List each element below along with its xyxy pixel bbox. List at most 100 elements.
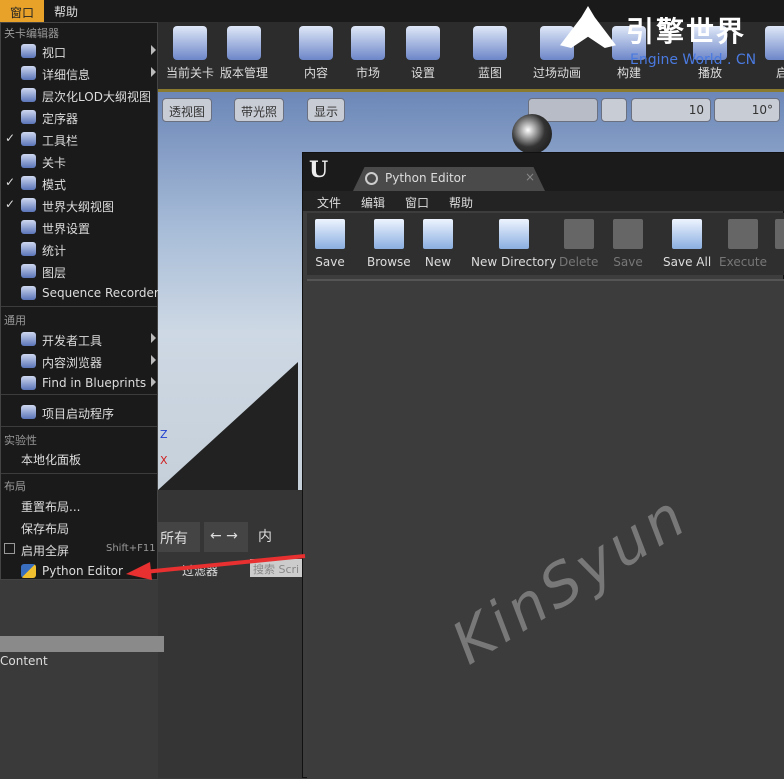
tools-icon (21, 132, 36, 146)
toolbar-button[interactable]: 内容 (286, 26, 346, 81)
menu-item[interactable]: 本地化面板 (1, 447, 157, 469)
menu-item-label: 层次化LOD大纲视图 (42, 90, 151, 104)
toolbar-button[interactable]: 设置 (393, 26, 453, 81)
menu-item-label: 项目启动程序 (42, 407, 115, 421)
folder-content[interactable]: Content (0, 654, 48, 668)
menu-item[interactable]: ✓ 世界大纲视图 (1, 194, 157, 216)
menu-item-label: 工具栏 (42, 134, 79, 148)
pe-tool-new[interactable]: New (423, 219, 453, 269)
axis-x: X (160, 454, 168, 467)
toolbar-label: 播放 (697, 66, 722, 80)
checkmark-icon: ✓ (5, 175, 16, 189)
menu-item[interactable]: 保存布局 (1, 516, 157, 538)
launcher-icon (21, 405, 36, 419)
tab-python-editor[interactable]: Python Editor × (353, 167, 545, 191)
toolbar-button[interactable]: 当前关卡 (160, 26, 220, 81)
rotate-snap[interactable]: 10° (714, 98, 780, 122)
menu-item[interactable]: 内容浏览器 (1, 350, 157, 372)
menu-item[interactable]: 项目启动程序 (1, 401, 157, 423)
menu-item-label: 保存布局 (21, 522, 70, 536)
toolbar-icon (351, 26, 385, 60)
toolbar-label: 内容 (303, 66, 328, 80)
pe-tool-execute[interactable]: Execute (719, 219, 767, 269)
filter-all[interactable]: 所有 (158, 522, 200, 552)
toolbar-button[interactable]: 市场 (338, 26, 398, 81)
menu-item[interactable]: ✓ 模式 (1, 172, 157, 194)
menu-item[interactable]: 图层 (1, 260, 157, 282)
menu-item-label: 世界设置 (42, 222, 91, 236)
path-crumb[interactable]: 内 (258, 526, 272, 546)
toolbar-button[interactable]: 蓝图 (460, 26, 520, 81)
menu-item[interactable]: 详细信息 (1, 62, 157, 84)
script-editor-area[interactable] (307, 279, 784, 779)
pe-tool-save-all[interactable]: Save All (663, 219, 711, 269)
menu-help[interactable]: 帮助 (449, 194, 473, 211)
menu-item-label: 定序器 (42, 112, 79, 126)
pe-tool-delete[interactable]: Delete (559, 219, 598, 269)
menu-edit[interactable]: 编辑 (361, 194, 385, 211)
python-icon (21, 564, 36, 578)
menu-item-label: 开发者工具 (42, 334, 103, 348)
toolbar-label: 蓝图 (477, 66, 502, 80)
menu-window[interactable]: 窗口 (0, 0, 44, 22)
menu-item[interactable]: 视口 (1, 40, 157, 62)
menu-item[interactable]: 开发者工具 (1, 328, 157, 350)
red-arrow (126, 554, 306, 580)
menu-item[interactable]: 关卡 (1, 150, 157, 172)
menu-separator (1, 426, 157, 427)
tool-icon (498, 219, 529, 249)
checkmark-icon: ✓ (5, 131, 16, 145)
menu-separator (1, 473, 157, 474)
stats-icon (21, 242, 36, 256)
menu-item-label: 视口 (42, 46, 67, 60)
grid-snap[interactable]: 10 (631, 98, 711, 122)
toolbar-label: 设置 (410, 66, 435, 80)
menu-item[interactable]: 世界设置 (1, 216, 157, 238)
menu-item-label: Find in Blueprints (42, 376, 147, 390)
outliner-icon (21, 198, 36, 212)
pe-tool-save[interactable]: Save (613, 219, 643, 269)
layers-icon (21, 88, 36, 102)
pe-tool-new-directory[interactable]: New Directory (471, 219, 556, 269)
close-icon[interactable]: × (525, 170, 535, 184)
unreal-logo-icon: U (309, 157, 329, 183)
menu-item[interactable]: 层次化LOD大纲视图 (1, 84, 157, 106)
menu-item[interactable]: Sequence Recorder (1, 282, 159, 304)
python-editor-window: U Python Editor × 文件 编辑 窗口 帮助 Save Browse… (302, 152, 784, 779)
menu-item[interactable]: 统计 (1, 238, 157, 260)
menu-item[interactable]: 重置布局... (1, 494, 157, 516)
menu-item-label: Python Editor (42, 564, 123, 578)
sky-sphere (512, 114, 552, 154)
menu-section-header: 布局 (4, 480, 26, 493)
menu-help[interactable]: 帮助 (54, 3, 78, 20)
menu-separator (1, 394, 157, 395)
menu-item-label: 统计 (42, 244, 67, 258)
pe-tool-e[interactable]: E (775, 219, 784, 269)
menu-file[interactable]: 文件 (317, 194, 341, 211)
layers-stack-icon (21, 264, 36, 278)
pe-tool-save[interactable]: Save (315, 219, 345, 269)
title-bar[interactable]: U Python Editor × (303, 153, 784, 191)
world-local-icon[interactable] (601, 98, 627, 122)
toolbar-label: 当前关卡 (165, 66, 214, 80)
menu-item-label: 启用全屏 (21, 544, 70, 558)
menu-window[interactable]: 窗口 (405, 194, 429, 211)
toolbar-label: 启 (775, 66, 784, 80)
menu-item[interactable]: Find in Blueprints (1, 372, 157, 394)
logo-en: Engine World . CN (630, 52, 757, 68)
lit-button[interactable]: 带光照 (234, 98, 285, 122)
toolbar-icon (299, 26, 333, 60)
toolbar-button[interactable]: 版本管理 (214, 26, 274, 81)
toolbar-button[interactable]: 启 (752, 26, 784, 81)
menu-item[interactable]: ✓ 工具栏 (1, 128, 157, 150)
checkbox[interactable] (4, 543, 15, 554)
perspective-button[interactable]: 透视图 (162, 98, 213, 122)
toolbar-label: 过场动画 (532, 66, 581, 80)
details-icon (21, 66, 36, 80)
show-button[interactable]: 显示 (307, 98, 346, 122)
back-forward-icon[interactable]: ← → (204, 522, 248, 552)
levels-icon (21, 154, 36, 168)
menu-item[interactable]: 定序器 (1, 106, 157, 128)
pe-tool-browse[interactable]: Browse (367, 219, 411, 269)
ground-plane (158, 362, 298, 490)
